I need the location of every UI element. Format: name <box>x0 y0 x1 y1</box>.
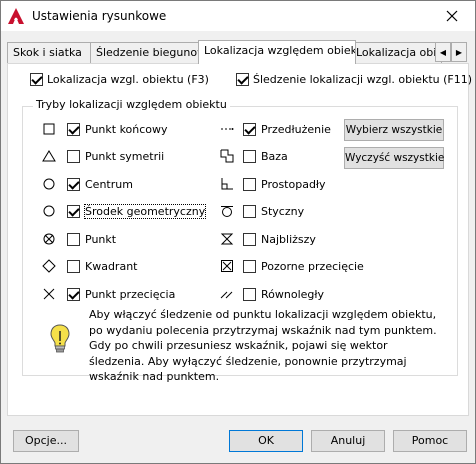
tangent-label: Styczny <box>261 205 305 218</box>
options-button[interactable]: Opcje... <box>13 430 79 452</box>
center-label: Centrum <box>85 178 133 191</box>
tab-scroll-buttons: ◀ ▶ <box>435 42 467 62</box>
dialog-window: Ustawienia rysunkowe Skok i siatka Śledz… <box>0 0 476 464</box>
tracking-on-checkbox[interactable] <box>236 73 249 86</box>
tab-object-snap-3d[interactable]: Lokalizacja obiek <box>350 42 442 63</box>
apparent-intersection-label: Pozorne przecięcie <box>261 260 364 273</box>
title-bar: Ustawienia rysunkowe <box>1 1 475 31</box>
intersection-cross-icon <box>43 288 55 300</box>
lightbulb-info-icon <box>50 324 70 353</box>
insertion-checkbox[interactable] <box>243 150 256 163</box>
tracking-info-text: Aby włączyć śledzenie od punktu lokaliza… <box>89 308 437 384</box>
tab-snap-grid[interactable]: Skok i siatka <box>7 42 91 63</box>
extension-label: Przedłużenie <box>261 123 331 136</box>
endpoint-checkbox[interactable] <box>67 123 80 136</box>
node-checkbox[interactable] <box>67 233 80 246</box>
parallel-checkbox[interactable] <box>243 288 256 301</box>
close-button[interactable] <box>429 1 475 31</box>
tangent-checkbox[interactable] <box>243 205 256 218</box>
center-circle-icon <box>43 178 55 190</box>
parallel-icon <box>220 291 233 299</box>
node-label: Punkt <box>85 233 117 246</box>
geometric-center-circle-icon <box>43 205 55 217</box>
tangent-icon <box>221 206 233 217</box>
insertion-label: Baza <box>261 150 288 163</box>
extension-icon <box>221 128 234 130</box>
geometric-center-label: Środek geometryczny <box>83 204 207 219</box>
help-button[interactable]: Pomoc <box>393 430 467 452</box>
intersection-checkbox[interactable] <box>67 288 80 301</box>
osnap-on-checkbox[interactable] <box>30 73 43 86</box>
perpendicular-label: Prostopadły <box>261 178 326 191</box>
tab-strip: Skok i siatka Śledzenie biegunowe Lokali… <box>7 40 469 64</box>
endpoint-label: Punkt końcowy <box>85 123 168 136</box>
snap-modes-group-title: Tryby lokalizacji względem obiektu <box>33 98 230 111</box>
geometric-center-checkbox[interactable] <box>67 205 80 218</box>
tracking-on-label: Śledzenie lokalizacji wzgl. obiektu (F11… <box>253 73 473 86</box>
tab-polar-tracking[interactable]: Śledzenie biegunowe <box>90 42 202 63</box>
nearest-icon <box>220 233 234 245</box>
insertion-icon <box>220 149 234 163</box>
parallel-label: Równoległy <box>261 288 325 301</box>
select-all-button[interactable]: Wybierz wszystkie <box>344 119 444 141</box>
tab-scroll-right-icon[interactable]: ▶ <box>451 42 467 62</box>
tab-object-snap[interactable]: Lokalizacja względem obiektu <box>198 40 356 64</box>
perpendicular-checkbox[interactable] <box>243 178 256 191</box>
center-checkbox[interactable] <box>67 178 80 191</box>
ok-button[interactable]: OK <box>229 430 303 452</box>
cancel-button[interactable]: Anuluj <box>311 430 385 452</box>
clear-all-button[interactable]: Wyczyść wszystkie <box>344 147 444 169</box>
extension-checkbox[interactable] <box>243 123 256 136</box>
close-icon <box>446 10 458 22</box>
midpoint-checkbox[interactable] <box>67 150 80 163</box>
osnap-on-label: Lokalizacja wzgl. obiektu (F3) <box>47 73 209 86</box>
midpoint-label: Punkt symetrii <box>85 150 165 163</box>
tab-scroll-left-icon[interactable]: ◀ <box>435 42 451 62</box>
quadrant-checkbox[interactable] <box>67 260 80 273</box>
node-icon <box>43 233 55 245</box>
quadrant-label: Kwadrant <box>85 260 138 273</box>
apparent-intersection-icon <box>221 260 233 272</box>
midpoint-triangle-icon <box>42 150 56 162</box>
perpendicular-icon <box>221 178 233 190</box>
apparent-intersection-checkbox[interactable] <box>243 260 256 273</box>
intersection-label: Punkt przecięcia <box>85 288 176 301</box>
nearest-label: Najbliższy <box>261 233 316 246</box>
window-title: Ustawienia rysunkowe <box>32 9 167 23</box>
endpoint-square-icon <box>43 123 55 135</box>
quadrant-diamond-icon <box>42 259 56 273</box>
nearest-checkbox[interactable] <box>243 233 256 246</box>
autocad-app-icon <box>8 8 24 24</box>
